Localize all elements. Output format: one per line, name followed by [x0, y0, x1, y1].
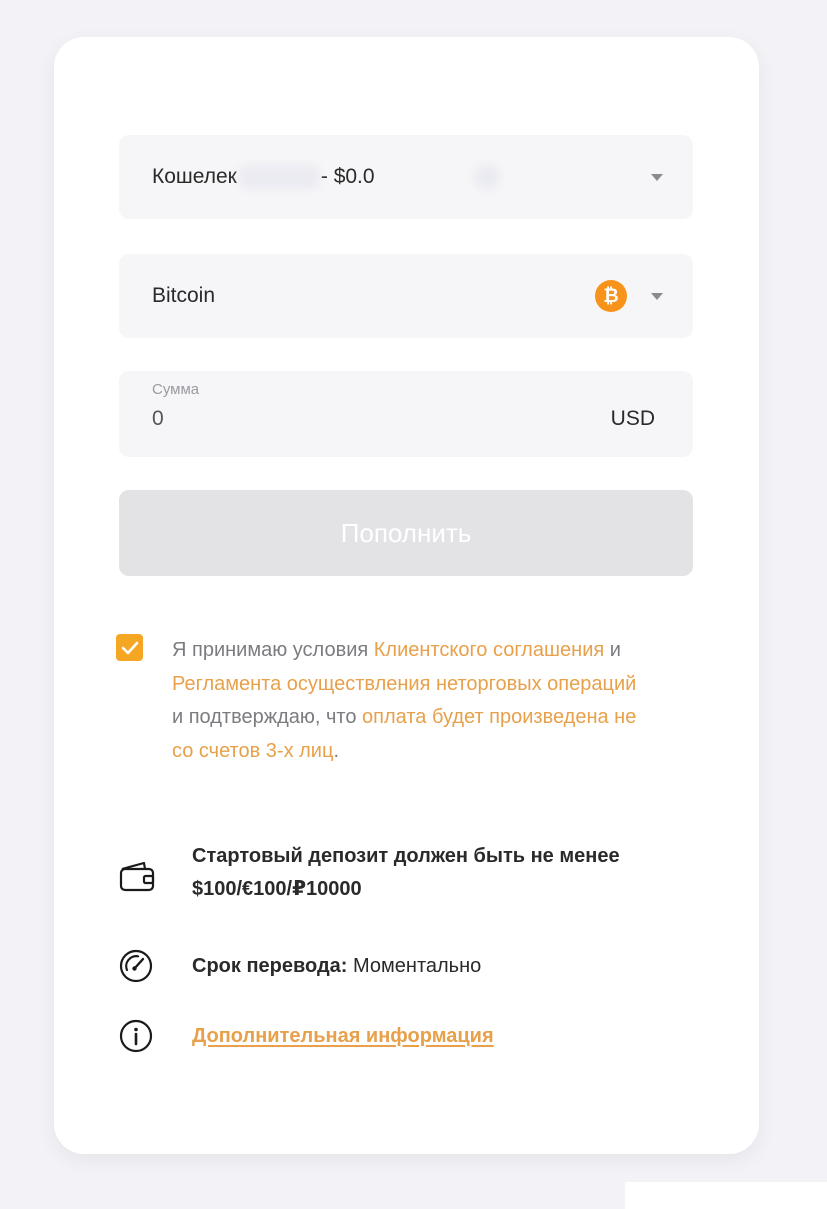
terms-checkbox[interactable] [116, 634, 143, 661]
chevron-down-icon [651, 174, 663, 181]
chevron-down-icon [651, 293, 663, 300]
deposit-card: Кошелек - $0.0 Bitcoin ₿ Сумма USD Пополн… [54, 37, 759, 1154]
amount-input[interactable] [152, 407, 572, 431]
wallet-balance: - $0.0 [320, 164, 375, 188]
info-icon [119, 1019, 153, 1053]
wallet-id-redacted [238, 165, 319, 190]
wallet-select[interactable]: Кошелек - $0.0 [119, 135, 693, 219]
wallet-icon [119, 861, 155, 892]
amount-label: Сумма [152, 381, 200, 398]
wallet-select-prefix: Кошелек [152, 164, 237, 188]
checkmark-icon [121, 641, 138, 654]
bitcoin-icon: ₿ [595, 280, 627, 312]
deposit-button[interactable]: Пополнить [119, 490, 693, 576]
regulations-link[interactable]: Регламента осуществления неторговых опер… [172, 673, 636, 695]
terms-text: Я принимаю условия Клиентского соглашени… [172, 634, 642, 768]
redacted-mark [474, 165, 500, 189]
terms-text-part: и подтверждаю, что [172, 706, 363, 728]
amount-field[interactable]: Сумма USD [119, 371, 693, 457]
terms-text-part: Я принимаю условия [172, 639, 374, 661]
currency-select[interactable]: Bitcoin ₿ [119, 254, 693, 338]
transfer-time-value: Моментально [353, 955, 482, 977]
client-agreement-link[interactable]: Клиентского соглашения [374, 639, 604, 661]
terms-text-part: и [604, 639, 621, 661]
terms-text-part: . [333, 739, 339, 762]
amount-currency: USD [610, 407, 655, 430]
transfer-time-label: Срок перевода: [192, 955, 348, 977]
background-corner [625, 1182, 827, 1209]
currency-select-value: Bitcoin [152, 284, 216, 307]
min-deposit-text: Стартовый депозит должен быть не менее $… [192, 845, 620, 900]
more-info-link[interactable]: Дополнительная информация [192, 1025, 494, 1047]
speedometer-icon [119, 949, 153, 983]
